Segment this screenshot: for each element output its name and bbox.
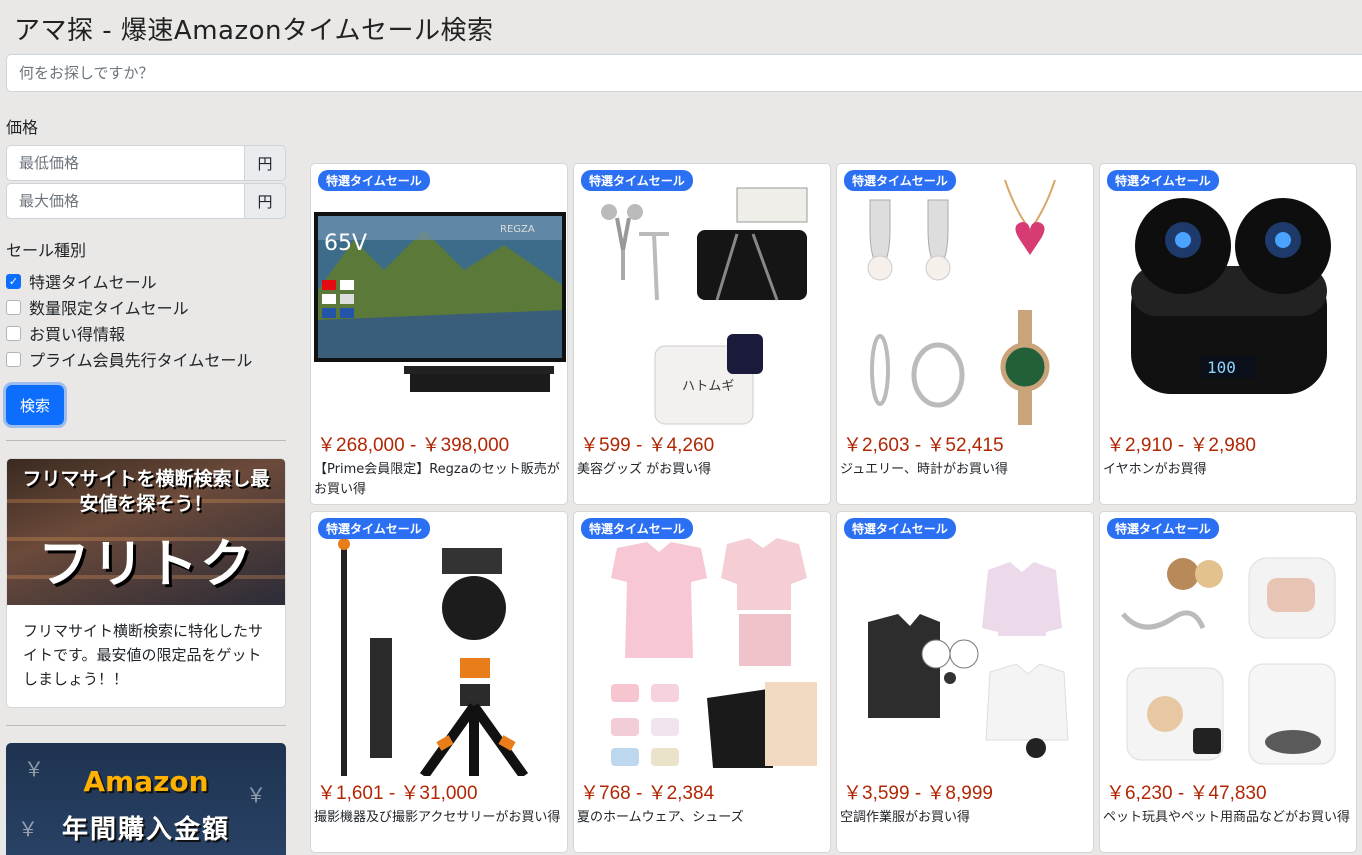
checkbox-label: 特選タイムセール [29, 273, 157, 292]
site-title: アマ探 - 爆速Amazonタイムセール検索 [14, 16, 494, 46]
svg-text:REGZA: REGZA [500, 224, 535, 235]
checkbox-special-sale[interactable]: ✓ [6, 273, 21, 289]
product-description: イヤホンがお買得 [1103, 462, 1207, 477]
price-range: ￥768 - ￥2,384 [580, 783, 715, 804]
tv-icon: 65V REGZA [314, 212, 566, 392]
search-input[interactable] [6, 54, 1362, 92]
price-range: ￥2,910 - ￥2,980 [1106, 435, 1256, 456]
checkbox-row-limited-sale[interactable]: 数量限定タイムセール [6, 295, 189, 319]
divider [6, 440, 286, 441]
amazon-spend-banner[interactable]: ￥ ￥ ￥ Amazon 年間購入金額 [6, 743, 286, 855]
checkbox-row-special-sale[interactable]: ✓ 特選タイムセール [6, 269, 157, 293]
product-image-beauty: ハトムギ [577, 170, 829, 428]
product-description: ジュエリー、時計がお買い得 [840, 462, 1008, 477]
product-image-homewear [577, 518, 829, 776]
sale-type-label: セール種別 [6, 241, 87, 260]
product-card[interactable]: 特選タイムセール ￥3,599 - ￥8,999 空調作業服がお買い得 [836, 511, 1094, 853]
sale-badge: 特選タイムセール [1107, 170, 1219, 191]
price-range: ￥6,230 - ￥47,830 [1106, 783, 1267, 804]
beauty-goods-icon: ハトムギ [601, 187, 808, 425]
checkbox-prime-early[interactable] [6, 351, 21, 367]
product-image-fanwear [840, 518, 1092, 776]
product-image-tripod [314, 518, 566, 776]
product-card[interactable]: 特選タイムセール 65V REGZA ￥268,000 - ￥398,000 【… [310, 163, 568, 505]
price-range: ￥3,599 - ￥8,999 [843, 783, 993, 804]
sale-badge: 特選タイムセール [1107, 518, 1219, 539]
checkbox-label: 数量限定タイムセール [29, 299, 189, 318]
price-range: ￥268,000 - ￥398,000 [317, 435, 510, 456]
product-description: 空調作業服がお買い得 [840, 810, 971, 825]
product-image-earbuds: 100 [1103, 170, 1355, 428]
homewear-icon [611, 538, 817, 768]
min-price-unit: 円 [244, 145, 286, 181]
fan-work-wear-icon [868, 562, 1069, 758]
min-price-input[interactable] [6, 145, 244, 181]
price-range: ￥599 - ￥4,260 [580, 435, 715, 456]
furitoku-banner-image: フリマサイトを横断検索し最安値を探そう！ フリトク [7, 459, 285, 605]
furitoku-logo-text: フリトク [37, 535, 254, 595]
tripod-icon [338, 538, 529, 776]
sale-badge: 特選タイムセール [844, 170, 956, 191]
product-image-pet [1103, 518, 1355, 776]
divider [6, 725, 286, 726]
checkbox-row-deals[interactable]: お買い得情報 [6, 321, 125, 345]
search-button[interactable]: 検索 [6, 385, 64, 425]
max-price-group: 円 [6, 183, 286, 219]
svg-text:ハトムギ: ハトムギ [682, 379, 734, 394]
sale-badge: 特選タイムセール [844, 518, 956, 539]
sale-badge: 特選タイムセール [318, 170, 430, 191]
sale-badge: 特選タイムセール [318, 518, 430, 539]
product-card[interactable]: 特選タイムセール ￥2,603 - ￥52,415 ジュエリー、時計がお買い得 [836, 163, 1094, 505]
checkbox-deals[interactable] [6, 325, 21, 341]
checkbox-label: お買い得情報 [29, 325, 126, 344]
price-label: 価格 [6, 118, 39, 137]
furitoku-description: フリマサイト横断検索に特化したサイトです。最安値の限定品をゲットしましょう！！ [23, 622, 264, 688]
min-price-group: 円 [6, 145, 286, 181]
product-card[interactable]: 特選タイムセール ￥1,601 - ￥31,000 撮影機器及び撮影アクセサリー… [310, 511, 568, 853]
product-image-tv: 65V REGZA [314, 170, 566, 428]
product-description: 撮影機器及び撮影アクセサリーがお買い得 [314, 810, 561, 825]
furitoku-banner[interactable]: フリマサイトを横断検索し最安値を探そう！ フリトク フリマサイト横断検索に特化し… [6, 458, 286, 708]
amazon-spend-title: Amazon [83, 765, 209, 798]
price-range: ￥2,603 - ￥52,415 [843, 435, 1004, 456]
product-description: 夏のホームウェア、シューズ [577, 810, 744, 825]
amazon-spend-subtitle: 年間購入金額 [61, 815, 230, 845]
product-image-jewelry [840, 170, 1092, 428]
svg-text:65V: 65V [324, 231, 367, 256]
product-card[interactable]: 特選タイムセール ハトムギ ￥599 - ￥4,260 美容グッズ がお買い得 [573, 163, 831, 505]
product-description: 美容グッズ がお買い得 [577, 462, 712, 477]
earbuds-icon: 100 [1131, 198, 1331, 394]
checkbox-row-prime-early[interactable]: プライム会員先行タイムセール [6, 347, 252, 371]
product-description: ペット玩具やペット用商品などがお買い得 [1103, 810, 1351, 825]
checkbox-label: プライム会員先行タイムセール [29, 351, 253, 370]
product-card[interactable]: 特選タイムセール ￥6,230 - ￥47,830 ペット玩具やペット用商品など… [1099, 511, 1357, 853]
product-card[interactable]: 特選タイムセール 100 ￥2,910 - ￥2,980 イヤホンがお買得 [1099, 163, 1357, 505]
sale-badge: 特選タイムセール [581, 518, 693, 539]
checkbox-limited-sale[interactable] [6, 299, 21, 315]
max-price-input[interactable] [6, 183, 244, 219]
product-description: 【Prime会員限定】Regzaのセット販売がお買い得 [314, 462, 560, 497]
jewelry-icon [867, 179, 1056, 425]
product-card[interactable]: 特選タイムセール ￥768 - ￥2,384 夏のホームウェア、シューズ [573, 511, 831, 853]
pet-goods-icon [1121, 557, 1336, 765]
max-price-unit: 円 [244, 183, 286, 219]
sale-badge: 特選タイムセール [581, 170, 693, 191]
furitoku-headline: フリマサイトを横断検索し最安値を探そう！ [22, 468, 270, 515]
price-range: ￥1,601 - ￥31,000 [317, 783, 478, 804]
check-icon: ✓ [8, 274, 19, 288]
svg-text:100: 100 [1207, 358, 1236, 377]
